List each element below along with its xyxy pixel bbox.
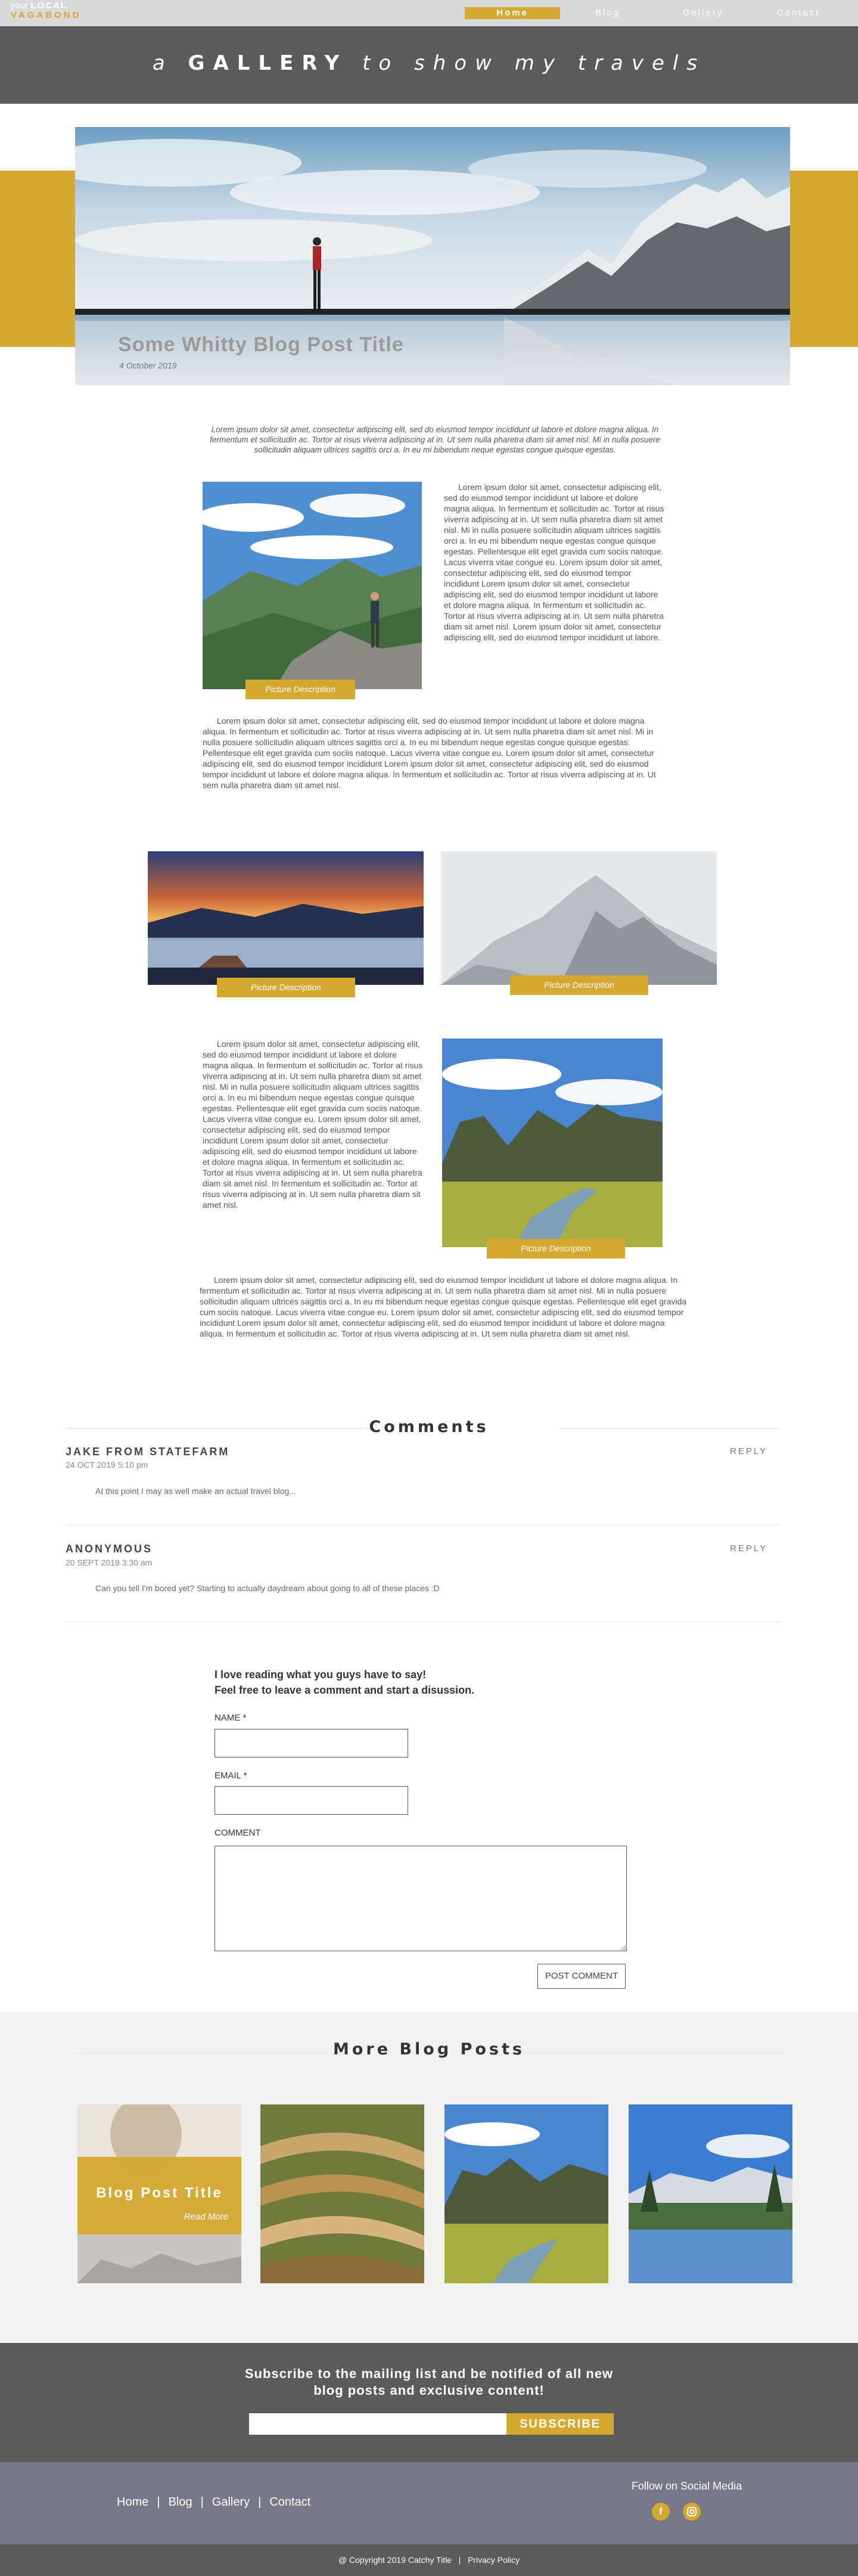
- comment-form-intro: I love reading what you guys have to say…: [214, 1669, 475, 1696]
- photo-caption: Picture Description: [217, 978, 355, 997]
- blog-card-balloon[interactable]: Blog Post Title Read More: [77, 2104, 241, 2283]
- name-field[interactable]: [214, 1729, 408, 1757]
- blog-card-lake[interactable]: [629, 2104, 792, 2283]
- facebook-icon[interactable]: f: [652, 2503, 670, 2521]
- post-comment-button[interactable]: POST COMMENT: [537, 1964, 626, 1989]
- privacy-policy-link[interactable]: Privacy Policy: [468, 2555, 520, 2565]
- footer-link-blog[interactable]: Blog: [169, 2496, 192, 2509]
- email-field[interactable]: [214, 1786, 408, 1815]
- hero-accent-left: [0, 171, 77, 347]
- blog-card-title: Blog Post Title: [96, 2185, 223, 2201]
- footer-links: Home | Blog | Gallery | Contact: [117, 2496, 310, 2509]
- nav-item-blog[interactable]: Blog: [560, 7, 655, 19]
- article-paragraph-4: Lorem ipsum dolor sit amet, consectetur …: [200, 1275, 687, 1338]
- subscribe-title: Subscribe to the mailing list and be not…: [244, 2366, 614, 2398]
- nav-item-home[interactable]: Home: [465, 7, 560, 19]
- subscribe-email-input[interactable]: [249, 2413, 506, 2435]
- comment-date: 20 SEPT 2019 3:30 am: [66, 1558, 153, 1567]
- gallery-banner: a GALLERY to show my travels: [0, 26, 858, 104]
- top-nav: your LOCAL VAGABOND Home Blog Gallery Co…: [0, 0, 858, 26]
- reply-button[interactable]: REPLY: [730, 1543, 767, 1554]
- divider: [66, 1525, 781, 1526]
- read-more-link[interactable]: Read More: [184, 2212, 228, 2222]
- footer-separator: |: [258, 2496, 262, 2509]
- article-intro: Lorem ipsum dolor sit amet, consectetur …: [210, 425, 660, 454]
- copyright-bar: @ Copyright 2019 Catchy Title | Privacy …: [0, 2544, 858, 2576]
- photo-river-valley: [442, 1039, 663, 1247]
- name-label: NAME *: [214, 1713, 247, 1723]
- photo-caption: Picture Description: [487, 1239, 625, 1258]
- reply-button[interactable]: REPLY: [730, 1446, 767, 1456]
- comment-text: At this point I may as well make an actu…: [95, 1486, 296, 1496]
- article-paragraph-2: Lorem ipsum dolor sit amet, consectetur …: [203, 716, 656, 790]
- hero-accent-right: [781, 171, 858, 347]
- main-menu: Home Blog Gallery Contact: [465, 7, 846, 19]
- photo-caption: Picture Description: [245, 680, 355, 699]
- copyright-separator: |: [458, 2555, 461, 2565]
- comment-label: COMMENT: [214, 1828, 261, 1838]
- comment-author: JAKE FROM STATEFARM: [66, 1446, 230, 1458]
- photo-village-sunset: [148, 851, 424, 985]
- nav-item-gallery[interactable]: Gallery: [655, 7, 751, 19]
- article-paragraph-3: Lorem ipsum dolor sit amet, consectetur …: [203, 1039, 423, 1210]
- photo-caption: Picture Description: [510, 975, 648, 995]
- social-title: Follow on Social Media: [632, 2480, 742, 2492]
- footer-link-contact[interactable]: Contact: [269, 2496, 310, 2509]
- comments-title: Comments: [369, 1418, 489, 1436]
- logo-word: LOCAL: [30, 1, 68, 11]
- comment-author: ANONYMOUS: [66, 1543, 153, 1555]
- blog-card-terraces[interactable]: [260, 2104, 424, 2283]
- photo-hiker: [203, 482, 422, 689]
- nav-item-contact[interactable]: Contact: [751, 7, 846, 19]
- subscribe-section: Subscribe to the mailing list and be not…: [0, 2343, 858, 2462]
- more-posts-title: More Blog Posts: [333, 2040, 525, 2059]
- logo-second: VAGABOND: [11, 10, 82, 20]
- banner-tagline: a GALLERY to show my travels: [152, 51, 706, 75]
- logo-prefix: your: [11, 1, 29, 11]
- post-date: 4 October 2019: [119, 361, 177, 370]
- footer-separator: |: [157, 2496, 160, 2509]
- copyright-text: @ Copyright 2019 Catchy Title: [338, 2555, 452, 2565]
- footer: Home | Blog | Gallery | Contact Follow o…: [0, 2462, 858, 2544]
- blog-card-river[interactable]: [444, 2104, 608, 2283]
- footer-link-gallery[interactable]: Gallery: [212, 2496, 250, 2509]
- photo-snowy-peak: [441, 851, 717, 985]
- hero-image: Some Whitty Blog Post Title 4 October 20…: [75, 127, 790, 385]
- comment-text: Can you tell I'm bored yet? Starting to …: [95, 1583, 440, 1593]
- article-paragraph-1: Lorem ipsum dolor sit amet, consectetur …: [444, 482, 664, 642]
- footer-link-home[interactable]: Home: [117, 2496, 148, 2509]
- instagram-icon[interactable]: [683, 2503, 701, 2521]
- logo[interactable]: your LOCAL VAGABOND: [11, 1, 81, 20]
- subscribe-button[interactable]: SUBSCRIBE: [506, 2413, 614, 2435]
- comment-field[interactable]: [214, 1846, 627, 1951]
- footer-separator: |: [200, 2496, 204, 2509]
- email-label: EMAIL *: [214, 1771, 247, 1781]
- post-title: Some Whitty Blog Post Title: [118, 333, 404, 356]
- comment-date: 24 OCT 2019 5:10 pm: [66, 1460, 148, 1470]
